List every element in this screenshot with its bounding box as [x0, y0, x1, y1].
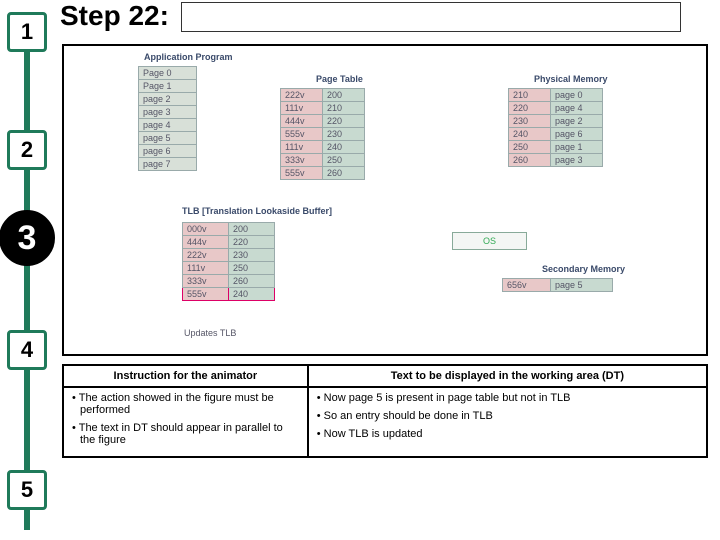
tlb-table: 000v200444v220222v230111v250333v260555v2…	[182, 222, 275, 301]
table-cell: page 1	[551, 141, 603, 154]
instruction-header: Instruction for the animator	[63, 365, 308, 387]
table-cell: 230	[229, 249, 275, 262]
table-cell: 220	[323, 115, 365, 128]
rail-stop-5[interactable]: 5	[7, 470, 47, 510]
table-cell: 111v	[183, 262, 229, 275]
table-cell: 240	[229, 288, 275, 301]
rail-stop-3[interactable]: 3	[0, 210, 55, 266]
page-table: 222v200111v210444v220555v230111v240333v2…	[280, 88, 365, 180]
table-cell: page 4	[551, 102, 603, 115]
table-cell: 222v	[281, 89, 323, 102]
table-cell: 200	[323, 89, 365, 102]
table-cell: 240	[509, 128, 551, 141]
table-cell: 000v	[183, 223, 229, 236]
table-cell: page 7	[139, 158, 197, 171]
table-cell: 260	[509, 154, 551, 167]
rail-stop-4[interactable]: 4	[7, 330, 47, 370]
table-cell: 222v	[183, 249, 229, 262]
rail-stop-2[interactable]: 2	[7, 130, 47, 170]
table-cell: Page 1	[139, 80, 197, 93]
table-cell: page 5	[139, 132, 197, 145]
table-cell: page 5	[551, 279, 613, 292]
step-title-box	[181, 2, 681, 32]
table-cell: 220	[509, 102, 551, 115]
step-label: Step 22:	[60, 0, 169, 31]
tlb-label: TLB [Translation Lookaside Buffer]	[182, 206, 332, 216]
table-cell: 210	[509, 89, 551, 102]
table-cell: 333v	[183, 275, 229, 288]
table-cell: 111v	[281, 141, 323, 154]
table-cell: 230	[509, 115, 551, 128]
dt-cell: Now page 5 is present in page table but …	[308, 387, 707, 457]
table-cell: Page 0	[139, 67, 197, 80]
table-cell: 250	[323, 154, 365, 167]
page-table-label: Page Table	[316, 74, 363, 84]
list-item: The text in DT should appear in parallel…	[72, 422, 299, 446]
list-item: Now TLB is updated	[317, 428, 698, 440]
table-cell: 240	[323, 141, 365, 154]
app-program-table: Page 0Page 1page 2page 3page 4page 5page…	[138, 66, 197, 171]
physical-memory-label: Physical Memory	[534, 74, 608, 84]
table-cell: 444v	[281, 115, 323, 128]
table-cell: 210	[323, 102, 365, 115]
instruction-cell: The action showed in the figure must be …	[63, 387, 308, 457]
table-cell: page 4	[139, 119, 197, 132]
table-cell: page 6	[551, 128, 603, 141]
table-cell: 111v	[281, 102, 323, 115]
table-cell: 250	[509, 141, 551, 154]
table-cell: 260	[229, 275, 275, 288]
table-cell: 200	[229, 223, 275, 236]
table-cell: 656v	[503, 279, 551, 292]
table-cell: page 6	[139, 145, 197, 158]
table-cell: 555v	[281, 128, 323, 141]
table-cell: page 3	[551, 154, 603, 167]
list-item: Now page 5 is present in page table but …	[317, 392, 698, 404]
secondary-memory-label: Secondary Memory	[542, 264, 625, 274]
table-cell: page 3	[139, 106, 197, 119]
step-rail	[24, 12, 30, 530]
instruction-table: Instruction for the animator Text to be …	[62, 364, 708, 458]
step-title: Step 22:	[60, 0, 681, 32]
table-cell: 555v	[183, 288, 229, 301]
table-cell: page 2	[139, 93, 197, 106]
table-cell: 230	[323, 128, 365, 141]
table-cell: 260	[323, 167, 365, 180]
app-program-label: Application Program	[144, 52, 233, 62]
rail-stop-1[interactable]: 1	[7, 12, 47, 52]
table-cell: 333v	[281, 154, 323, 167]
table-cell: 555v	[281, 167, 323, 180]
table-cell: page 2	[551, 115, 603, 128]
secondary-memory-table: 656vpage 5	[502, 278, 613, 292]
updates-tlb-label: Updates TLB	[184, 328, 236, 338]
os-box: OS	[452, 232, 527, 250]
dt-header: Text to be displayed in the working area…	[308, 365, 707, 387]
table-cell: page 0	[551, 89, 603, 102]
diagram-area: Application Program Page Table Physical …	[62, 44, 708, 356]
table-cell: 250	[229, 262, 275, 275]
table-cell: 444v	[183, 236, 229, 249]
list-item: So an entry should be done in TLB	[317, 410, 698, 422]
table-cell: 220	[229, 236, 275, 249]
physical-memory-table: 210page 0220page 4230page 2240page 6250p…	[508, 88, 603, 167]
list-item: The action showed in the figure must be …	[72, 392, 299, 416]
